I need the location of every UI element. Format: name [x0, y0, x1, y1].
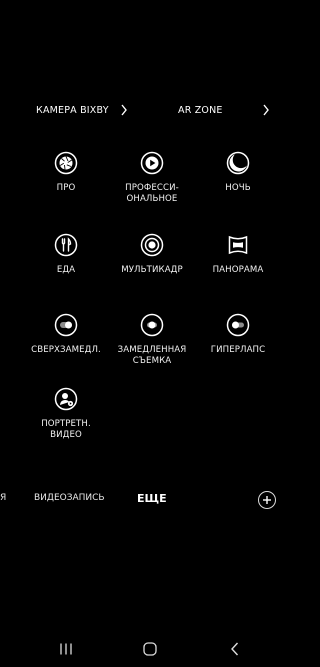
mode-super-slow-mo[interactable]: СВЕРХЗАМЕДЛ.: [16, 312, 116, 356]
mode-label: ПОРТРЕТН. ВИДЕО: [41, 419, 91, 440]
bixby-camera-shortcut[interactable]: КАМЕРА BIXBY: [36, 100, 128, 120]
panorama-icon: [225, 232, 251, 258]
mode-panorama[interactable]: ПАНОРАМА: [188, 232, 288, 276]
system-navigation-bar: [0, 630, 300, 667]
bixby-camera-label: КАМЕРА BIXBY: [36, 104, 109, 116]
portrait-video-icon: [53, 386, 79, 412]
recent-apps-icon: [60, 643, 72, 655]
home-button[interactable]: [140, 640, 160, 658]
mode-label: ЕДА: [56, 265, 76, 275]
mode-food[interactable]: ЕДА: [16, 232, 116, 276]
mode-hyperlapse[interactable]: ГИПЕРЛАПС: [188, 312, 288, 356]
mode-label: ПАНОРАМА: [212, 265, 264, 275]
aperture-icon: [53, 150, 79, 176]
food-icon: [53, 232, 79, 258]
moon-icon: [225, 150, 251, 176]
mode-label: СВЕРХЗАМЕДЛ.: [31, 345, 101, 355]
chevron-right-icon: [263, 104, 269, 116]
mode-night[interactable]: НОЧЬ: [188, 150, 288, 194]
pro-video-icon: [139, 150, 165, 176]
mode-label: МУЛЬТИКАДР: [121, 265, 183, 275]
home-icon: [143, 642, 157, 656]
mode-tab-more[interactable]: ЕЩЕ: [137, 492, 167, 505]
ar-zone-shortcut[interactable]: AR ZONE: [178, 100, 270, 120]
ar-zone-label: AR ZONE: [178, 104, 223, 116]
slow-motion-icon: [139, 312, 165, 338]
super-slow-mo-icon: [53, 312, 79, 338]
mode-pro-video[interactable]: ПРОФЕССИ- ОНАЛЬНОЕ: [102, 150, 202, 205]
add-mode-button[interactable]: [258, 491, 276, 509]
back-icon: [231, 642, 239, 656]
plus-icon: [263, 496, 271, 504]
mode-label: ГИПЕРЛАПС: [210, 345, 266, 355]
mode-pro[interactable]: ПРО: [16, 150, 116, 194]
single-take-icon: [139, 232, 165, 258]
camera-mode-bar: Я ВИДЕОЗАПИСЬ ЕЩЕ: [0, 488, 300, 512]
mode-label: ПРОФЕССИ- ОНАЛЬНОЕ: [125, 183, 179, 204]
mode-single-take[interactable]: МУЛЬТИКАДР: [102, 232, 202, 276]
mode-label: ПРО: [56, 183, 76, 193]
mode-label: ЗАМЕДЛЕННАЯ СЪЕМКА: [117, 345, 187, 366]
hyperlapse-icon: [225, 312, 251, 338]
mode-portrait-video[interactable]: ПОРТРЕТН. ВИДЕО: [16, 386, 116, 441]
mode-tab-video[interactable]: ВИДЕОЗАПИСЬ: [34, 493, 105, 503]
mode-tab-partial[interactable]: Я: [0, 493, 6, 503]
back-button[interactable]: [225, 640, 245, 658]
recent-apps-button[interactable]: [56, 640, 76, 658]
mode-slow-motion[interactable]: ЗАМЕДЛЕННАЯ СЪЕМКА: [102, 312, 202, 367]
chevron-right-icon: [121, 104, 127, 116]
mode-label: НОЧЬ: [225, 183, 251, 193]
